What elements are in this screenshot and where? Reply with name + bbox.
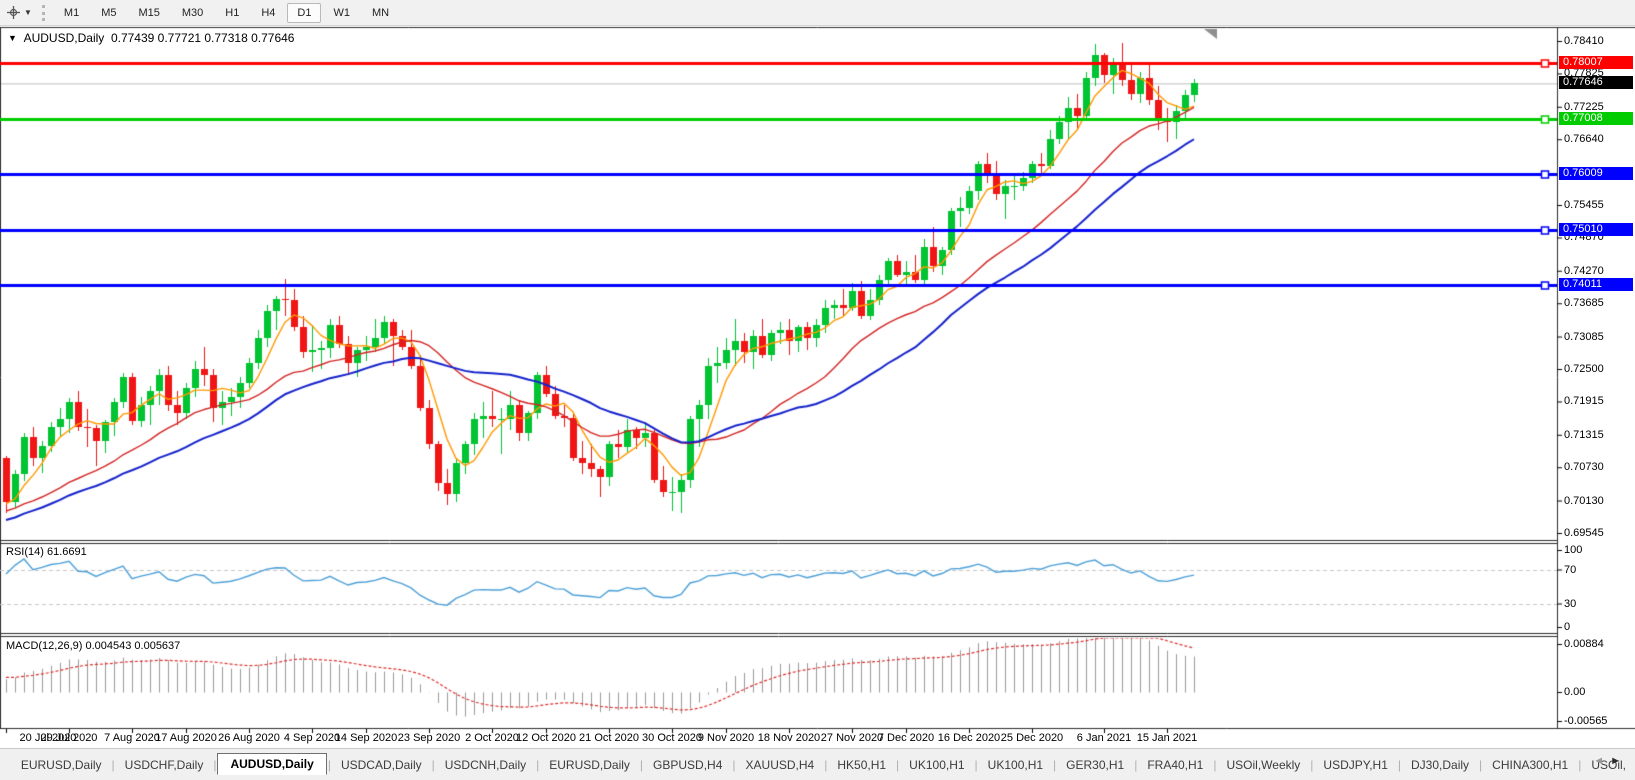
- chart-tab-uk100-h1[interactable]: UK100,H1: [900, 754, 973, 776]
- timeframe-button-w1[interactable]: W1: [323, 3, 360, 23]
- price-level-badge: 0.78007: [1559, 56, 1633, 69]
- chart-tab-usdcnh-daily[interactable]: USDCNH,Daily: [436, 754, 535, 776]
- chart-tab-usdcad-daily[interactable]: USDCAD,Daily: [332, 754, 431, 776]
- price-axis-tick: 0.76640: [1564, 133, 1604, 145]
- tabs-scroll-left-icon[interactable]: ◄: [1593, 755, 1610, 767]
- price-level-badge: 0.74011: [1559, 278, 1633, 291]
- chart-tab-eurusd-daily[interactable]: EURUSD,Daily: [12, 754, 111, 776]
- price-axis-tick: 0.73085: [1564, 331, 1604, 343]
- macd-axis-tick: -0.00565: [1564, 715, 1607, 727]
- chart-tab-audusd-daily[interactable]: AUDUSD,Daily: [217, 753, 326, 775]
- price-axis-tick: 0.73685: [1564, 297, 1604, 309]
- price-axis-tick: 0.74270: [1564, 265, 1604, 277]
- chart-tab-uk100-h1[interactable]: UK100,H1: [979, 754, 1052, 776]
- top-toolbar: ▼ M1M5M15M30H1H4D1W1MN: [0, 0, 1635, 26]
- timeframe-button-m15[interactable]: M15: [128, 3, 169, 23]
- current-price-badge: 0.77646: [1559, 76, 1633, 89]
- chart-ohlc-values: 0.77439 0.77721 0.77318 0.77646: [111, 31, 295, 45]
- rsi-axis-tick: 0: [1564, 621, 1570, 633]
- rsi-indicator-label: RSI(14) 61.6691: [6, 546, 87, 558]
- price-axis-tick: 0.72500: [1564, 363, 1604, 375]
- timeframe-button-m1[interactable]: M1: [54, 3, 89, 23]
- chart-tab-usdchf-daily[interactable]: USDCHF,Daily: [116, 754, 213, 776]
- date-axis-label: 15 Jan 2021: [1121, 732, 1213, 744]
- timeframe-button-h4[interactable]: H4: [251, 3, 285, 23]
- chart-tab-fra40-h1[interactable]: FRA40,H1: [1138, 754, 1212, 776]
- price-axis-tick: 0.78410: [1564, 35, 1604, 47]
- chart-tab-china300-h1[interactable]: CHINA300,H1: [1483, 754, 1577, 776]
- macd-axis-tick: 0.00884: [1564, 638, 1604, 650]
- cursor-tool-button[interactable]: ▼: [6, 5, 32, 20]
- chart-tab-gbpusd-h4[interactable]: GBPUSD,H4: [644, 754, 731, 776]
- chart-tab-eurusd-daily[interactable]: EURUSD,Daily: [540, 754, 639, 776]
- timeframe-button-d1[interactable]: D1: [287, 3, 321, 23]
- chart-tab-usdjpy-h1[interactable]: USDJPY,H1: [1314, 754, 1396, 776]
- tabs-scroll-right-icon[interactable]: ►: [1610, 755, 1627, 767]
- timeframe-button-m30[interactable]: M30: [172, 3, 213, 23]
- price-axis-tick: 0.71915: [1564, 395, 1604, 407]
- chart-tab-bar: EURUSD,Daily|USDCHF,Daily|AUDUSD,Daily|U…: [0, 748, 1635, 780]
- price-axis-tick: 0.70730: [1564, 461, 1604, 473]
- chart-title: ▼ AUDUSD,Daily 0.77439 0.77721 0.77318 0…: [8, 31, 294, 45]
- timeframe-button-m5[interactable]: M5: [91, 3, 126, 23]
- toolbar-grip[interactable]: [42, 5, 45, 21]
- rsi-axis-tick: 30: [1564, 598, 1576, 610]
- macd-indicator-label: MACD(12,26,9) 0.004543 0.005637: [6, 640, 180, 652]
- chart-tab-usoil-weekly[interactable]: USOil,Weekly: [1217, 754, 1309, 776]
- price-axis-tick: 0.75455: [1564, 199, 1604, 211]
- rsi-axis-tick: 70: [1564, 564, 1576, 576]
- chart-cursor-icon: [6, 5, 21, 20]
- chart-tab-hk50-h1[interactable]: HK50,H1: [828, 754, 895, 776]
- rsi-axis-tick: 100: [1564, 544, 1582, 556]
- macd-axis-tick: 0.00: [1564, 686, 1585, 698]
- price-level-badge: 0.76009: [1559, 167, 1633, 180]
- chart-canvas[interactable]: [0, 0, 1635, 779]
- price-axis-tick: 0.69545: [1564, 527, 1604, 539]
- chart-tab-ger30-h1[interactable]: GER30,H1: [1057, 754, 1133, 776]
- timeframe-button-mn[interactable]: MN: [362, 3, 399, 23]
- chart-symbol-label: AUDUSD,Daily: [24, 31, 105, 45]
- price-axis-tick: 0.71315: [1564, 429, 1604, 441]
- price-axis-tick: 0.70130: [1564, 495, 1604, 507]
- chart-collapse-caret-icon: ▼: [8, 33, 17, 43]
- price-level-badge: 0.75010: [1559, 223, 1633, 236]
- timeframe-buttons: M1M5M15M30H1H4D1W1MN: [53, 3, 400, 23]
- chart-tab-dj30-daily[interactable]: DJ30,Daily: [1402, 754, 1478, 776]
- chart-tab-xauusd-h4[interactable]: XAUUSD,H4: [737, 754, 824, 776]
- chevron-down-icon: ▼: [24, 8, 32, 17]
- timeframe-button-h1[interactable]: H1: [215, 3, 249, 23]
- price-level-badge: 0.77008: [1559, 112, 1633, 125]
